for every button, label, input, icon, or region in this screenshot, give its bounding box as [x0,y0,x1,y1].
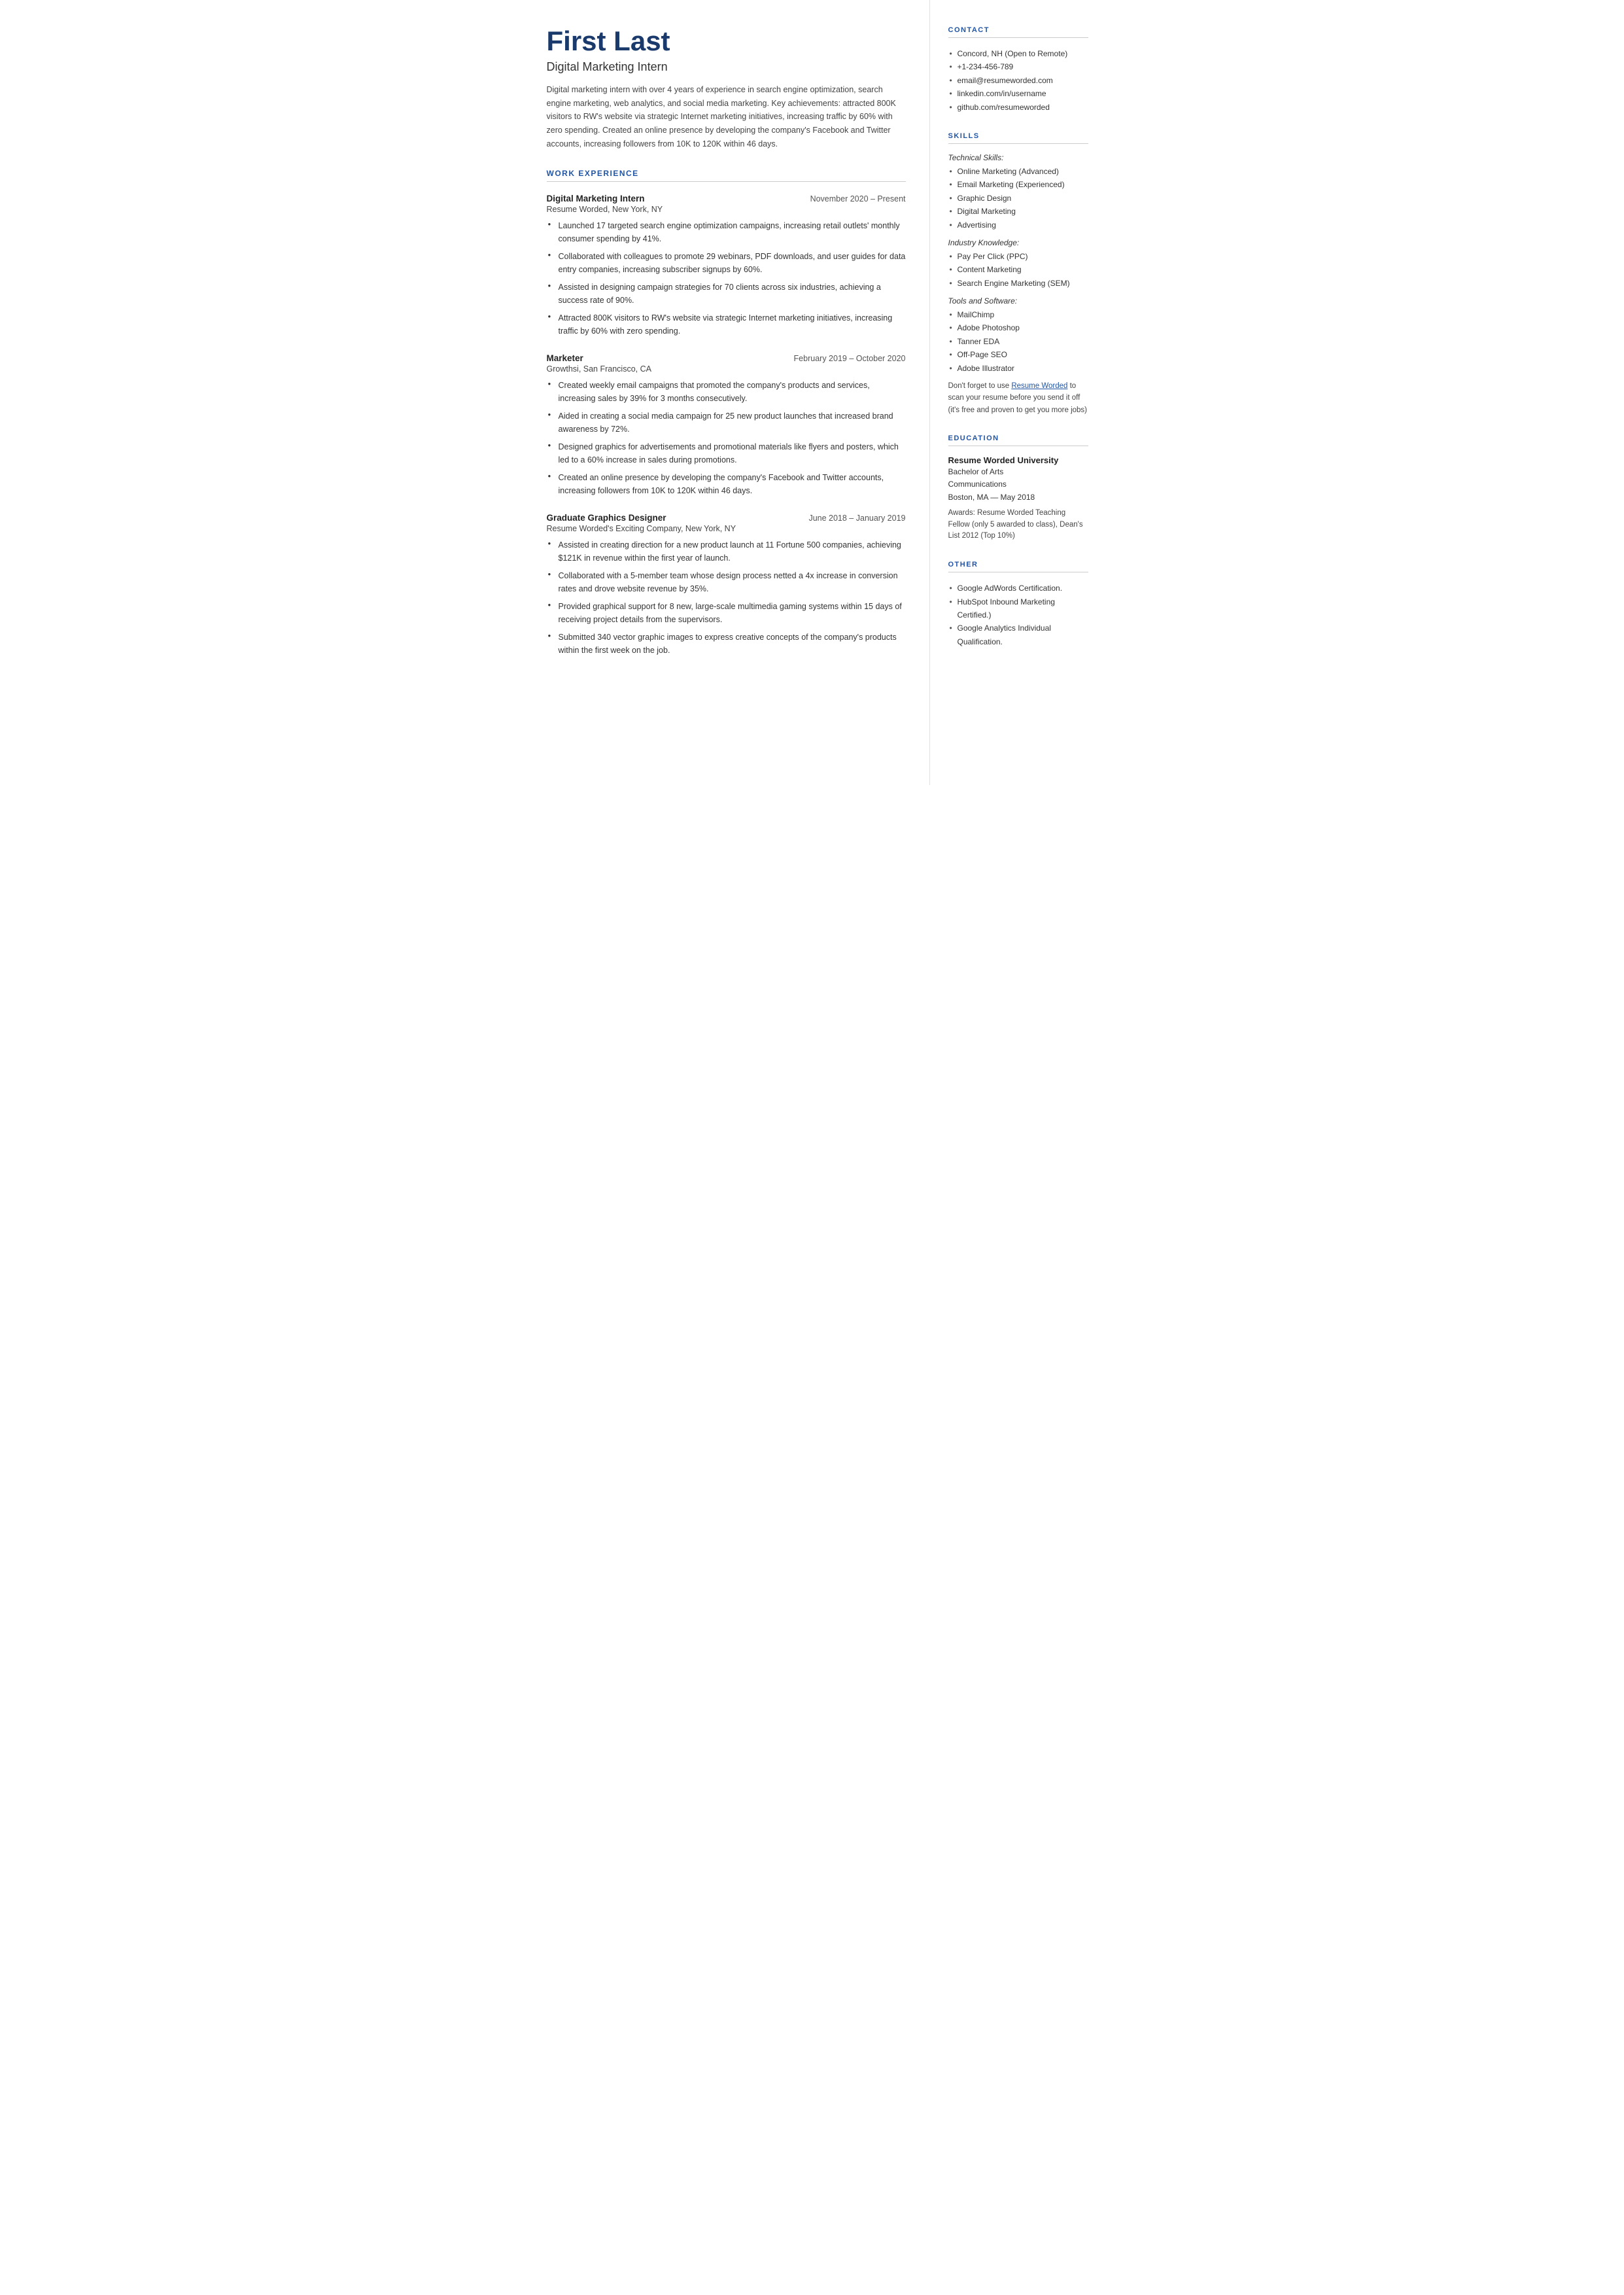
bullet: Collaborated with colleagues to promote … [547,250,906,276]
skills-tools-label: Tools and Software: [948,296,1088,306]
bullet: Created weekly email campaigns that prom… [547,379,906,405]
skill-item: Off-Page SEO [948,348,1088,361]
bullet: Designed graphics for advertisements and… [547,440,906,466]
job-dates-1: November 2020 – Present [810,194,906,203]
job-header-1: Digital Marketing Intern November 2020 –… [547,194,906,203]
skill-item: Graphic Design [948,192,1088,205]
job-title-2: Marketer [547,353,583,363]
job-block-2: Marketer February 2019 – October 2020 Gr… [547,353,906,497]
bullet: Assisted in creating direction for a new… [547,538,906,565]
job-block-3: Graduate Graphics Designer June 2018 – J… [547,513,906,657]
skill-item: Advertising [948,219,1088,232]
skills-industry-label: Industry Knowledge: [948,238,1088,247]
skill-item: MailChimp [948,308,1088,321]
work-experience-label: WORK EXPERIENCE [547,169,906,182]
candidate-name: First Last [547,26,906,56]
skill-item: Email Marketing (Experienced) [948,178,1088,191]
contact-item: Concord, NH (Open to Remote) [948,47,1088,60]
other-section: OTHER Google AdWords Certification. HubS… [948,561,1088,648]
skills-tools-list: MailChimp Adobe Photoshop Tanner EDA Off… [948,308,1088,375]
other-item: Google AdWords Certification. [948,582,1088,595]
other-item: HubSpot Inbound Marketing Certified.) [948,595,1088,622]
edu-field: Communications [948,478,1088,491]
bullet: Aided in creating a social media campaig… [547,410,906,436]
work-experience-section: WORK EXPERIENCE Digital Marketing Intern… [547,169,906,657]
bullet: Created an online presence by developing… [547,471,906,497]
skills-industry-list: Pay Per Click (PPC) Content Marketing Se… [948,250,1088,290]
skill-item: Content Marketing [948,263,1088,276]
contact-item: github.com/resumeworded [948,101,1088,114]
bullet: Provided graphical support for 8 new, la… [547,600,906,626]
job-dates-3: June 2018 – January 2019 [808,514,905,523]
skills-technical-list: Online Marketing (Advanced) Email Market… [948,165,1088,232]
job-company-1: Resume Worded, New York, NY [547,205,906,214]
skill-item: Online Marketing (Advanced) [948,165,1088,178]
edu-awards: Awards: Resume Worded Teaching Fellow (o… [948,508,1088,542]
resume-tip: Don't forget to use Resume Worded to sca… [948,380,1088,416]
education-label: EDUCATION [948,434,1088,446]
skills-label: SKILLS [948,132,1088,144]
skills-technical-label: Technical Skills: [948,153,1088,162]
tip-prefix: Don't forget to use [948,382,1012,390]
education-section: EDUCATION Resume Worded University Bache… [948,434,1088,542]
job-company-2: Growthsi, San Francisco, CA [547,364,906,374]
edu-degree: Bachelor of Arts [948,466,1088,478]
resume-page: First Last Digital Marketing Intern Digi… [518,0,1107,785]
job-bullets-1: Launched 17 targeted search engine optim… [547,219,906,338]
job-bullets-3: Assisted in creating direction for a new… [547,538,906,657]
skill-item: Pay Per Click (PPC) [948,250,1088,263]
skills-section: SKILLS Technical Skills: Online Marketin… [948,132,1088,416]
job-company-3: Resume Worded's Exciting Company, New Yo… [547,524,906,533]
contact-item: +1-234-456-789 [948,60,1088,73]
other-label: OTHER [948,561,1088,572]
other-item: Google Analytics Individual Qualificatio… [948,622,1088,648]
contact-section: CONTACT Concord, NH (Open to Remote) +1-… [948,26,1088,114]
job-title-3: Graduate Graphics Designer [547,513,666,523]
contact-item: email@resumeworded.com [948,74,1088,87]
bullet: Launched 17 targeted search engine optim… [547,219,906,245]
contact-item: linkedin.com/in/username [948,87,1088,100]
bullet: Collaborated with a 5-member team whose … [547,569,906,595]
skill-item: Adobe Photoshop [948,321,1088,334]
other-list: Google AdWords Certification. HubSpot In… [948,582,1088,648]
skill-item: Tanner EDA [948,335,1088,348]
skill-item: Adobe Illustrator [948,362,1088,375]
job-header-2: Marketer February 2019 – October 2020 [547,353,906,363]
bullet: Submitted 340 vector graphic images to e… [547,631,906,657]
job-title-1: Digital Marketing Intern [547,194,645,203]
job-block-1: Digital Marketing Intern November 2020 –… [547,194,906,338]
contact-list: Concord, NH (Open to Remote) +1-234-456-… [948,47,1088,114]
header-section: First Last Digital Marketing Intern Digi… [547,26,906,150]
bullet: Assisted in designing campaign strategie… [547,281,906,307]
bullet: Attracted 800K visitors to RW's website … [547,311,906,338]
right-column: CONTACT Concord, NH (Open to Remote) +1-… [930,0,1107,785]
job-header-3: Graduate Graphics Designer June 2018 – J… [547,513,906,523]
edu-school: Resume Worded University [948,455,1088,465]
contact-label: CONTACT [948,26,1088,38]
candidate-title: Digital Marketing Intern [547,60,906,74]
job-dates-2: February 2019 – October 2020 [794,354,906,363]
left-column: First Last Digital Marketing Intern Digi… [518,0,930,785]
skill-item: Search Engine Marketing (SEM) [948,277,1088,290]
candidate-summary: Digital marketing intern with over 4 yea… [547,83,906,150]
edu-location-date: Boston, MA — May 2018 [948,491,1088,504]
job-bullets-2: Created weekly email campaigns that prom… [547,379,906,497]
skill-item: Digital Marketing [948,205,1088,218]
resume-worded-link[interactable]: Resume Worded [1011,382,1067,390]
